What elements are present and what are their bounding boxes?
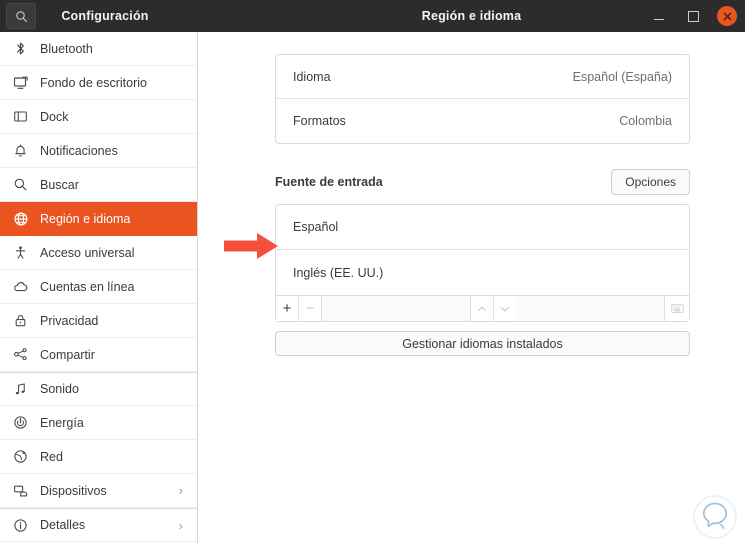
chevron-right-icon: › — [179, 484, 183, 497]
settings-window: Configuración Región e idioma — [0, 0, 745, 543]
sidebar-item-label: Buscar — [40, 178, 79, 192]
input-source-item[interactable]: Inglés (EE. UU.) — [276, 250, 689, 295]
setting-label: Formatos — [293, 114, 346, 128]
sidebar-item-region-e-idioma[interactable]: Región e idioma — [0, 202, 197, 236]
minimize-icon[interactable] — [649, 6, 669, 26]
sidebar-item-sonido[interactable]: Sonido — [0, 372, 197, 406]
sidebar-item-compartir[interactable]: Compartir — [0, 338, 197, 372]
title-bar-sidebar-section: Configuración — [0, 0, 198, 32]
sidebar-item-detalles[interactable]: Detalles › — [0, 508, 197, 542]
sidebar-item-energia[interactable]: Energía — [0, 406, 197, 440]
cloud-icon — [12, 278, 29, 295]
globe-icon — [12, 210, 29, 227]
input-source-item[interactable]: Español — [276, 205, 689, 250]
lock-icon — [12, 312, 29, 329]
sidebar-item-label: Bluetooth — [40, 42, 93, 56]
chevron-right-icon: › — [179, 519, 183, 532]
power-icon — [12, 414, 29, 431]
dock-icon — [12, 108, 29, 125]
options-button[interactable]: Opciones — [611, 169, 690, 195]
sidebar-item-acceso-universal[interactable]: Acceso universal — [0, 236, 197, 270]
input-source-title: Fuente de entrada — [275, 175, 383, 189]
sidebar-item-label: Región e idioma — [40, 212, 130, 226]
toolbar-spacer — [322, 296, 470, 321]
maximize-icon[interactable] — [683, 6, 703, 26]
info-icon — [12, 517, 29, 534]
sidebar-item-fondo-de-escritorio[interactable]: Fondo de escritorio — [0, 66, 197, 100]
sidebar-item-red[interactable]: Red — [0, 440, 197, 474]
window-body: Bluetooth Fondo de escritorio Dock Notif… — [0, 32, 745, 543]
setting-value: Español (España) — [573, 70, 672, 84]
sidebar-item-label: Fondo de escritorio — [40, 76, 147, 90]
setting-row-formatos[interactable]: Formatos Colombia — [276, 99, 689, 143]
setting-label: Idioma — [293, 70, 331, 84]
search-icon — [12, 176, 29, 193]
sidebar-item-label: Acceso universal — [40, 246, 135, 260]
bell-icon — [12, 142, 29, 159]
title-bar-main-section: Región e idioma — [198, 0, 745, 32]
sidebar-item-label: Energía — [40, 416, 84, 430]
sidebar-item-privacidad[interactable]: Privacidad — [0, 304, 197, 338]
sidebar-item-dispositivos[interactable]: Dispositivos › — [0, 474, 197, 508]
devices-icon — [12, 482, 29, 499]
close-icon[interactable] — [717, 6, 737, 26]
desktop-icon — [12, 74, 29, 91]
sidebar: Bluetooth Fondo de escritorio Dock Notif… — [0, 32, 198, 543]
input-source-toolbar: + − — [275, 295, 690, 322]
region-settings-card: Idioma Español (España) Formatos Colombi… — [275, 54, 690, 144]
search-icon[interactable] — [6, 3, 36, 29]
input-source-header: Fuente de entrada Opciones — [275, 169, 690, 195]
sidebar-title: Configuración — [36, 9, 198, 23]
remove-input-source-button[interactable]: − — [299, 296, 322, 321]
toolbar-reorder-group — [470, 296, 516, 321]
sidebar-item-bluetooth[interactable]: Bluetooth — [0, 32, 197, 66]
network-icon — [12, 448, 29, 465]
sidebar-item-cuentas-en-linea[interactable]: Cuentas en línea — [0, 270, 197, 304]
sidebar-item-label: Red — [40, 450, 63, 464]
sidebar-item-label: Privacidad — [40, 314, 98, 328]
accessibility-icon — [12, 244, 29, 261]
setting-row-idioma[interactable]: Idioma Español (España) — [276, 55, 689, 99]
add-input-source-button[interactable]: + — [276, 296, 299, 321]
sidebar-item-label: Detalles — [40, 518, 85, 532]
share-icon — [12, 346, 29, 363]
setting-value: Colombia — [619, 114, 672, 128]
bluetooth-icon — [12, 40, 29, 57]
sidebar-item-label: Cuentas en línea — [40, 280, 135, 294]
main-content: Idioma Español (España) Formatos Colombi… — [198, 32, 745, 543]
music-note-icon — [12, 381, 29, 398]
move-down-icon[interactable] — [493, 296, 516, 321]
window-controls — [649, 6, 737, 26]
sidebar-item-label: Dock — [40, 110, 68, 124]
manage-installed-languages-button[interactable]: Gestionar idiomas instalados — [275, 331, 690, 356]
toolbar-spacer-right — [516, 296, 664, 321]
sidebar-item-buscar[interactable]: Buscar — [0, 168, 197, 202]
sidebar-item-label: Sonido — [40, 382, 79, 396]
title-bar: Configuración Región e idioma — [0, 0, 745, 32]
input-source-list: Español Inglés (EE. UU.) — [275, 204, 690, 295]
sidebar-item-label: Compartir — [40, 348, 95, 362]
keyboard-icon[interactable] — [664, 296, 689, 321]
sidebar-item-label: Notificaciones — [40, 144, 118, 158]
sidebar-item-notificaciones[interactable]: Notificaciones — [0, 134, 197, 168]
sidebar-item-label: Dispositivos — [40, 484, 107, 498]
move-up-icon[interactable] — [470, 296, 493, 321]
sidebar-item-dock[interactable]: Dock — [0, 100, 197, 134]
